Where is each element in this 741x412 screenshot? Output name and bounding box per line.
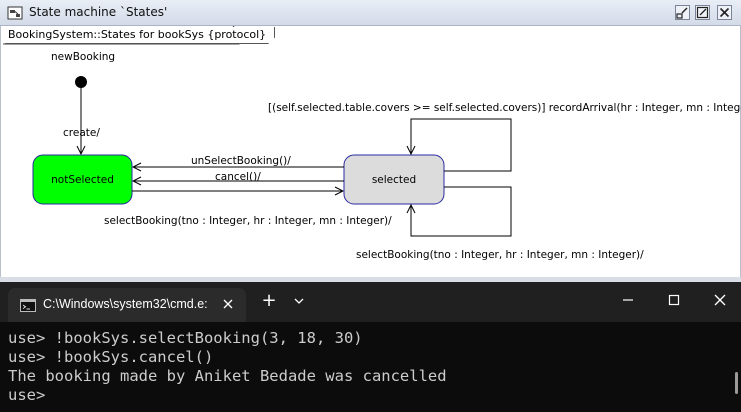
scrollbar[interactable]: [735, 372, 738, 394]
cancel-transition-label: cancel()/: [215, 171, 261, 183]
initial-state-label: newBooking: [51, 51, 115, 63]
diagram-canvas[interactable]: newBooking create/ notSelected selected …: [0, 26, 741, 278]
chevron-down-icon[interactable]: [290, 292, 308, 310]
select-transition-label: selectBooking(tno : Integer, hr : Intege…: [104, 215, 392, 227]
cmd-icon: [20, 299, 36, 312]
create-transition-label: create/: [63, 127, 100, 139]
state-not-selected-label: notSelected: [51, 174, 114, 186]
close-icon[interactable]: [717, 5, 732, 20]
self-select-label: selectBooking(tno : Integer, hr : Intege…: [356, 249, 644, 261]
close-icon[interactable]: [706, 288, 734, 312]
record-arrival-label: [(self.selected.table.covers >= self.sel…: [268, 102, 741, 114]
terminal-line: use> !bookSys.selectBooking(3, 18, 30): [8, 329, 363, 347]
state-diagram: newBooking create/ notSelected selected …: [3, 26, 741, 261]
terminal-line: use> !bookSys.cancel(): [8, 348, 214, 366]
terminal-tabbar[interactable]: C:\Windows\system32\cmd.e: +: [0, 282, 741, 322]
tab-close-icon[interactable]: [220, 296, 236, 312]
terminal-output[interactable]: use> !bookSys.selectBooking(3, 18, 30) u…: [0, 322, 741, 412]
terminal-line: The booking made by Aniket Bedade was ca…: [8, 367, 447, 385]
sm-titlebar[interactable]: State machine `States': [0, 0, 741, 26]
initial-state-node[interactable]: [75, 76, 87, 88]
state-machine-icon: [7, 6, 23, 20]
unselect-transition-label: unSelectBooking()/: [191, 155, 291, 167]
maximize-icon[interactable]: [660, 288, 688, 312]
diagram-frame-label: BookingSystem::States for bookSys {proto…: [5, 27, 275, 44]
state-selected-label: selected: [372, 174, 416, 186]
maximize-icon[interactable]: [695, 5, 710, 20]
minimize-icon[interactable]: [614, 288, 642, 312]
state-machine-window: State machine `States' newBooking create…: [0, 0, 741, 282]
terminal-window: C:\Windows\system32\cmd.e: + use> !bookS…: [0, 282, 741, 412]
window-title: State machine `States': [29, 5, 168, 19]
minimize-icon[interactable]: [675, 5, 690, 20]
new-tab-button[interactable]: +: [259, 290, 279, 312]
terminal-tab[interactable]: C:\Windows\system32\cmd.e:: [8, 288, 246, 322]
terminal-tab-title: C:\Windows\system32\cmd.e:: [43, 297, 208, 311]
terminal-prompt[interactable]: use>: [8, 386, 45, 405]
